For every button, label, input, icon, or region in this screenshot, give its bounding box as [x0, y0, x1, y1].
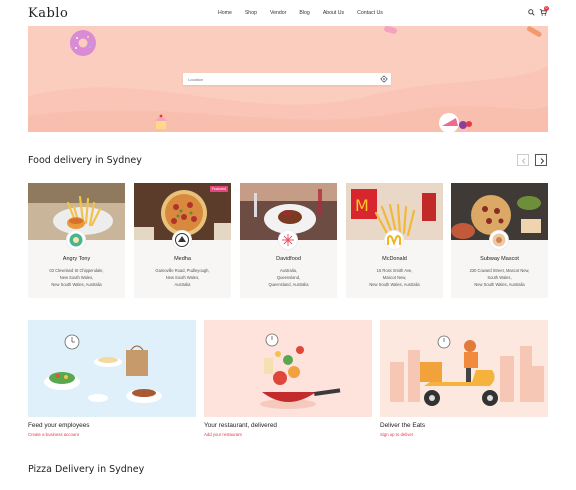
chevron-left-icon [521, 158, 526, 164]
restaurant-address: 15 Ross Smith Ave, Mascot New, New South… [352, 267, 437, 289]
crosshair-icon[interactable] [380, 75, 388, 83]
restaurant-name: McDonald [382, 256, 407, 262]
featured-badge: Featured [209, 186, 228, 192]
address-line: New South Wales, Australia [369, 282, 420, 288]
promo-deliver-title: Deliver the Eats [380, 422, 426, 429]
add-restaurant-link[interactable]: Add your restaurant [204, 432, 242, 437]
restaurant-name: Angry Tony [62, 256, 91, 262]
nav-blog[interactable]: Blog [299, 10, 309, 16]
create-business-account-link[interactable]: Create a business account [28, 432, 79, 437]
address-line: Australia, [279, 268, 298, 273]
address-line: Australia [174, 282, 191, 288]
candy-illustration [384, 26, 397, 34]
promo-feed-employees-title: Feed your employees [28, 422, 90, 429]
address-line: 15 Ross Smith Ave, [376, 268, 413, 273]
restaurant-address: 03 Cleveland St Chippendale, New South W… [34, 267, 119, 289]
candy-stick-illustration [526, 26, 542, 37]
restaurant-card[interactable]: Davidfood Australia, Queensland, Queensl… [240, 183, 337, 298]
promo-deliver-image[interactable] [380, 320, 548, 417]
restaurant-card[interactable]: Featured Medha Gamoville Road, Pudleyoug… [134, 183, 231, 298]
nav-shop[interactable]: Shop [245, 10, 257, 16]
restaurant-logo [384, 230, 404, 250]
cake-illustration [439, 113, 472, 132]
restaurant-name: Subway Mascot [480, 256, 519, 262]
nav-home[interactable]: Home [218, 10, 232, 16]
location-input[interactable] [188, 75, 368, 83]
address-line: Queensland, Australia [268, 282, 309, 288]
restaurant-card[interactable]: Subway Mascot 230 Coward Street, Mascot … [451, 183, 548, 298]
restaurant-logo [66, 230, 86, 250]
nav-vendor[interactable]: Vendor [270, 10, 286, 16]
address-line: New South Wales, Australia [474, 282, 525, 288]
address-line: 03 Cleveland St Chippendale, [49, 268, 104, 273]
restaurant-address: 230 Coward Street, Mascot New, South Wal… [457, 267, 542, 289]
pizza-delivery-heading: Pizza Delivery in Sydney [28, 464, 145, 475]
promo-restaurant-title: Your restaurant, delivered [204, 422, 277, 429]
site-header: Kablo Home Shop Vendor Blog About Us Con… [0, 0, 576, 26]
address-line: New South Wales, [165, 275, 200, 281]
site-logo[interactable]: Kablo [28, 6, 68, 21]
restaurant-name: Davidfood [276, 256, 301, 262]
nav-about[interactable]: About Us [323, 10, 344, 16]
restaurant-logo [278, 230, 298, 250]
address-line: 230 Coward Street, Mascot New, [469, 268, 530, 273]
promo-feed-employees-image[interactable] [28, 320, 196, 417]
restaurant-logo [489, 230, 509, 250]
nav-contact[interactable]: Contact Us [357, 10, 383, 16]
restaurant-address: Australia, Queensland, Queensland, Austr… [246, 267, 331, 289]
location-search [183, 73, 391, 85]
carousel-next-button[interactable] [535, 154, 547, 166]
hero-banner [28, 26, 548, 132]
donut-illustration [70, 30, 96, 56]
address-line: New South Wales, Australia [51, 282, 102, 288]
food-delivery-heading: Food delivery in Sydney [28, 155, 142, 166]
cart-count-badge: 0 [544, 6, 549, 11]
address-line: Queensland, [276, 275, 301, 281]
promo-restaurant-image[interactable] [204, 320, 372, 417]
restaurant-card[interactable]: Angry Tony 03 Cleveland St Chippendale, … [28, 183, 125, 298]
chevron-right-icon [540, 158, 545, 164]
carousel-prev-button[interactable] [517, 154, 529, 166]
restaurant-name: Medha [174, 256, 191, 262]
address-line: Mascot New, [382, 275, 407, 281]
address-line: South Wales, [487, 275, 512, 281]
restaurant-logo [172, 230, 192, 250]
sign-up-deliver-link[interactable]: Sign up to deliver [380, 432, 413, 437]
restaurant-address: Gamoville Road, Pudleyough, New South Wa… [140, 267, 225, 289]
restaurant-card[interactable]: M McDonald 15 Ross Smith Ave, Mascot New… [346, 183, 443, 298]
address-line: Gamoville Road, Pudleyough, [155, 268, 210, 273]
cupcake-illustration [155, 114, 167, 129]
search-icon[interactable] [528, 9, 535, 16]
address-line: New South Wales, [59, 275, 94, 281]
main-nav: Home Shop Vendor Blog About Us Contact U… [218, 10, 396, 16]
svg-text:M: M [355, 196, 369, 215]
